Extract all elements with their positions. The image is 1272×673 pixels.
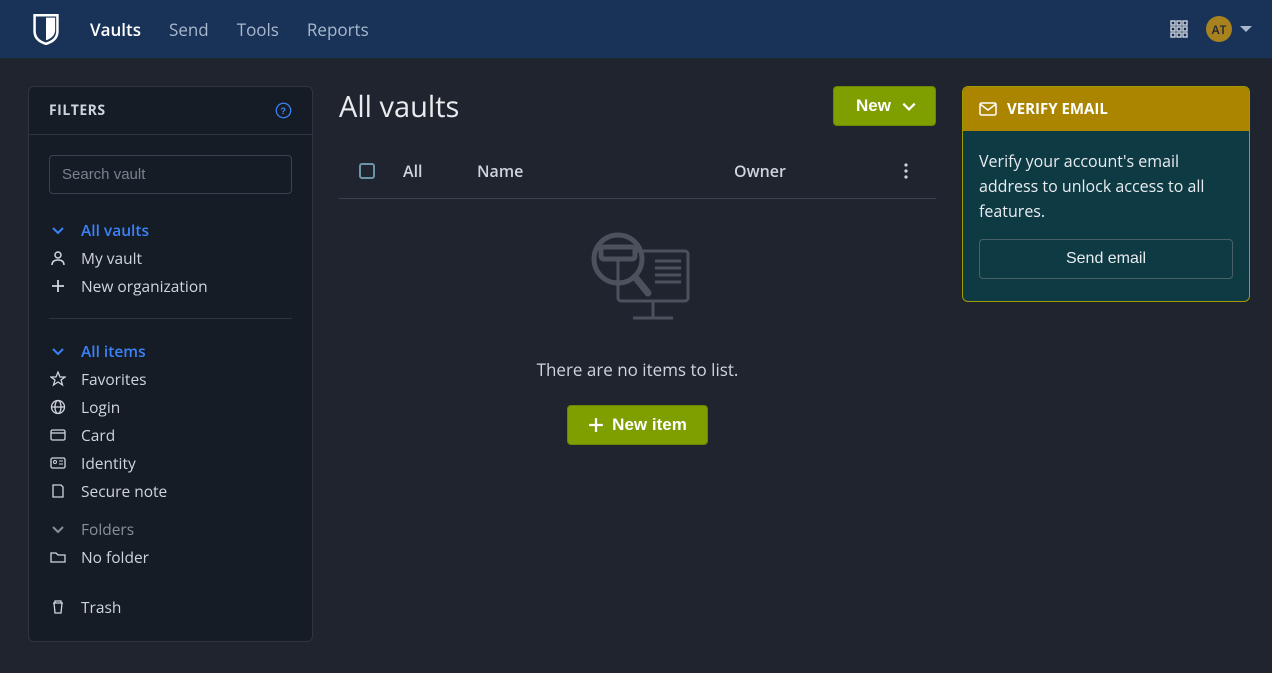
nav-tools[interactable]: Tools	[237, 18, 279, 41]
plus-icon	[49, 279, 67, 293]
filter-label: New organization	[81, 275, 208, 297]
button-label: New	[856, 96, 891, 116]
note-icon	[49, 483, 67, 499]
send-email-button[interactable]: Send email	[979, 239, 1233, 279]
empty-state: There are no items to list. New item	[339, 199, 936, 445]
divider	[49, 318, 292, 319]
nav-vaults[interactable]: Vaults	[90, 18, 141, 41]
column-all[interactable]: All	[403, 160, 477, 182]
plus-icon	[588, 417, 604, 433]
main-content: All vaults New All Name Owner	[339, 86, 936, 642]
filters-header: FILTERS ?	[29, 87, 312, 135]
filter-label: Favorites	[81, 368, 147, 390]
star-icon	[49, 371, 67, 387]
filters-panel: FILTERS ? All vaults My vault New organ	[28, 86, 313, 642]
filter-login[interactable]: Login	[49, 393, 292, 421]
filter-label: Folders	[81, 518, 134, 540]
id-icon	[49, 455, 67, 471]
filter-label: Trash	[81, 596, 121, 618]
main-nav: Vaults Send Tools Reports	[90, 18, 1170, 41]
filter-identity[interactable]: Identity	[49, 449, 292, 477]
filter-trash[interactable]: Trash	[49, 593, 292, 621]
filter-label: Identity	[81, 452, 136, 474]
folder-icon	[49, 549, 67, 565]
filter-secure-note[interactable]: Secure note	[49, 477, 292, 505]
app-logo-icon	[32, 13, 60, 45]
filter-label: Card	[81, 424, 115, 446]
empty-illustration-icon	[563, 223, 713, 338]
filter-folders[interactable]: Folders	[49, 515, 292, 543]
account-menu[interactable]: AT	[1206, 16, 1252, 42]
filter-label: Login	[81, 396, 120, 418]
select-all-checkbox[interactable]	[359, 163, 375, 179]
apps-grid-icon[interactable]	[1170, 20, 1188, 38]
button-label: New item	[612, 415, 687, 435]
filter-label: All items	[81, 340, 146, 362]
verify-title: VERIFY EMAIL	[1007, 99, 1108, 119]
filter-label: My vault	[81, 247, 142, 269]
svg-text:?: ?	[280, 106, 286, 116]
filter-label: All vaults	[81, 219, 149, 241]
new-item-button[interactable]: New item	[567, 405, 708, 445]
filter-my-vault[interactable]: My vault	[49, 244, 292, 272]
mail-icon	[979, 102, 997, 116]
verify-email-card: VERIFY EMAIL Verify your account's email…	[962, 86, 1250, 302]
verify-email-header: VERIFY EMAIL	[963, 87, 1249, 131]
column-owner[interactable]: Owner	[734, 160, 904, 182]
search-input[interactable]	[49, 155, 292, 194]
filter-all-items[interactable]: All items	[49, 337, 292, 365]
globe-icon	[49, 399, 67, 415]
filter-label: Secure note	[81, 480, 167, 502]
avatar: AT	[1206, 16, 1232, 42]
items-table: All Name Owner	[339, 160, 936, 445]
filter-new-org[interactable]: New organization	[49, 272, 292, 300]
verify-body-text: Verify your account's email address to u…	[979, 149, 1233, 223]
card-icon	[49, 427, 67, 443]
user-icon	[49, 250, 67, 266]
page-title: All vaults	[339, 87, 459, 126]
chevron-down-icon	[49, 522, 67, 536]
nav-send[interactable]: Send	[169, 18, 209, 41]
header-right: AT	[1170, 16, 1252, 42]
right-column: VERIFY EMAIL Verify your account's email…	[962, 86, 1250, 642]
filters-title: FILTERS	[49, 101, 106, 120]
help-icon[interactable]: ?	[275, 102, 292, 119]
filter-card[interactable]: Card	[49, 421, 292, 449]
table-header: All Name Owner	[339, 160, 936, 199]
column-name[interactable]: Name	[477, 160, 734, 182]
filter-label: No folder	[81, 546, 149, 568]
filter-favorites[interactable]: Favorites	[49, 365, 292, 393]
kebab-menu-icon[interactable]	[904, 163, 924, 179]
chevron-down-icon	[1240, 26, 1252, 32]
new-button[interactable]: New	[833, 86, 936, 126]
chevron-down-icon	[49, 344, 67, 358]
chevron-down-icon	[49, 223, 67, 237]
empty-text: There are no items to list.	[339, 358, 936, 381]
filter-all-vaults[interactable]: All vaults	[49, 216, 292, 244]
chevron-down-icon	[901, 98, 917, 114]
filter-no-folder[interactable]: No folder	[49, 543, 292, 571]
trash-icon	[49, 599, 67, 615]
nav-reports[interactable]: Reports	[307, 18, 369, 41]
app-header: Vaults Send Tools Reports AT	[0, 0, 1272, 58]
